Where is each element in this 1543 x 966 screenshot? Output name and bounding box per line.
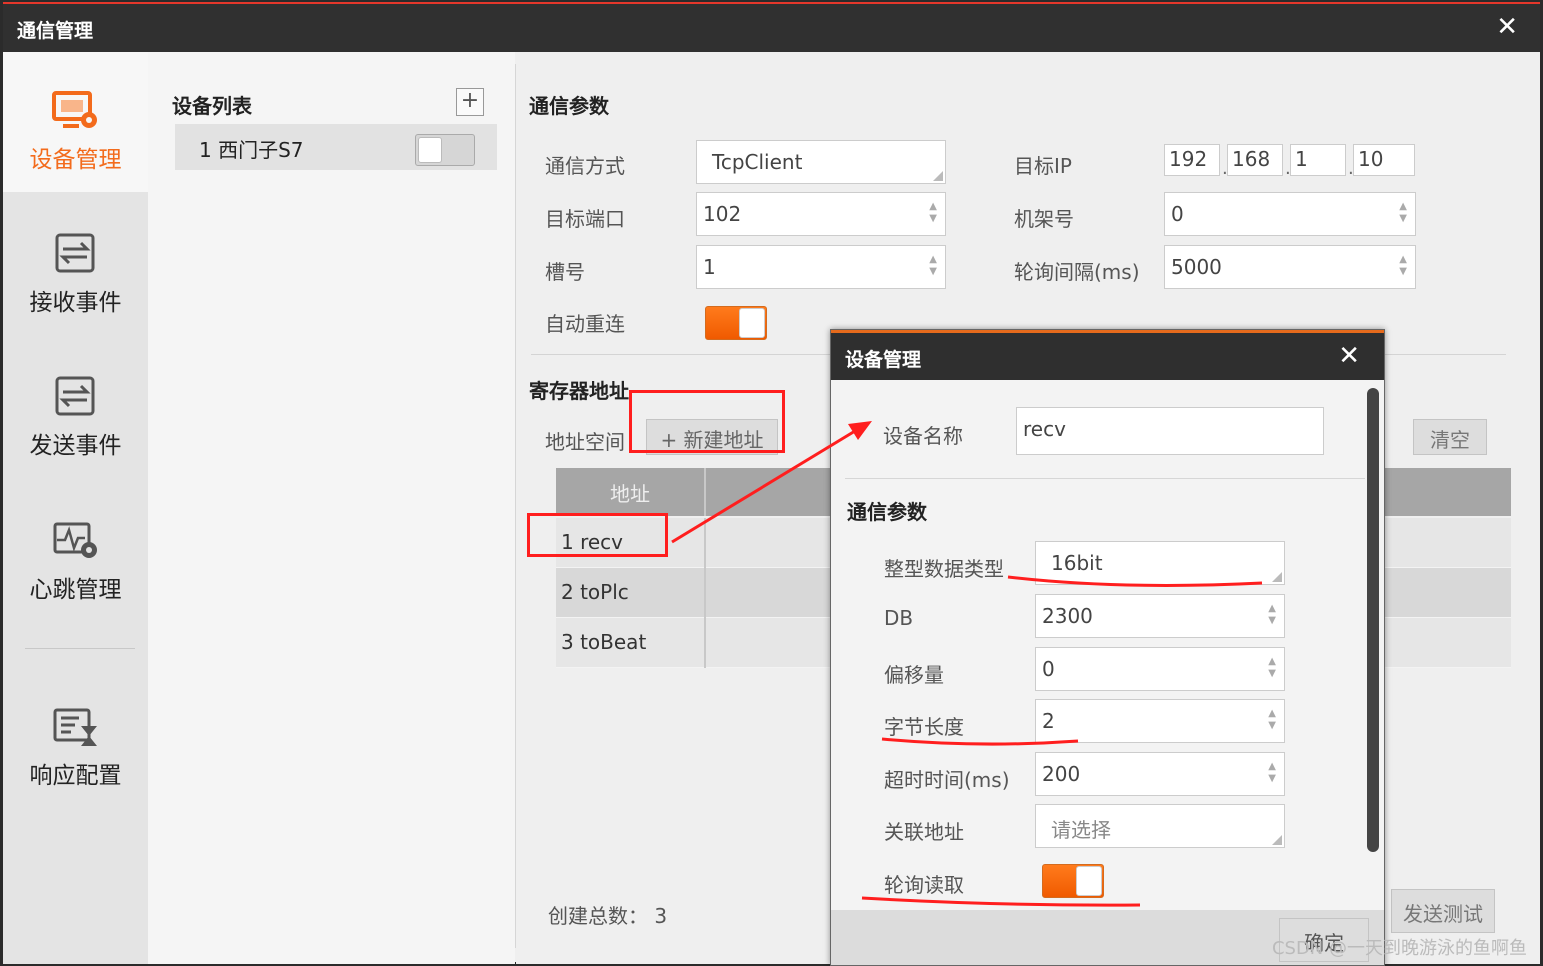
device-manager-dialog: 设备管理 ✕ 设备名称 recv 通信参数 整型数据类型 16bit DB 23… — [830, 329, 1385, 966]
send-test-button[interactable]: 发送测试 — [1391, 889, 1495, 933]
add-device-button[interactable]: + — [456, 88, 484, 116]
db-spinbox[interactable]: 2300 ▲ ▼ — [1035, 594, 1285, 638]
nav-label: 发送事件 — [29, 433, 122, 459]
register-address-title: 寄存器地址 — [529, 379, 629, 403]
linked-address-select[interactable]: 请选择 — [1035, 804, 1285, 848]
nav-receive-events[interactable]: 接收事件 — [3, 195, 148, 335]
device-list-panel: 设备列表 + 1 西门子S7 — [148, 52, 515, 964]
dialog-divider — [845, 478, 1365, 479]
column-header-address: 地址 — [556, 468, 706, 516]
byte-length-label: 字节长度 — [884, 715, 964, 739]
device-name-input[interactable]: recv — [1016, 407, 1324, 455]
device-item-label: 1 西门子S7 — [199, 138, 304, 162]
ip-octet-2[interactable]: 168 — [1227, 144, 1283, 176]
window-title: 通信管理 — [17, 20, 94, 42]
comm-params-title: 通信参数 — [529, 94, 609, 118]
clear-button[interactable]: 清空 — [1413, 419, 1487, 455]
offset-label: 偏移量 — [884, 663, 944, 687]
nav-send-events[interactable]: 发送事件 — [3, 338, 148, 478]
timeout-spinbox[interactable]: 200 ▲ ▼ — [1035, 752, 1285, 796]
int-type-label: 整型数据类型 — [884, 557, 1004, 581]
slot-spinbox[interactable]: 1 ▲ ▼ — [696, 245, 946, 289]
db-label: DB — [884, 606, 914, 630]
ip-octet-4[interactable]: 10 — [1353, 144, 1415, 176]
device-settings-icon — [51, 91, 97, 128]
timeout-label: 超时时间(ms) — [884, 768, 1010, 792]
nav-device-manager[interactable]: 设备管理 — [3, 52, 148, 192]
address-space-label: 地址空间 — [545, 430, 625, 454]
device-enable-toggle[interactable] — [415, 134, 475, 166]
device-list-title: 设备列表 — [172, 94, 252, 118]
rack-label: 机架号 — [1014, 207, 1074, 231]
poll-read-label: 轮询读取 — [884, 873, 964, 897]
slot-label: 槽号 — [545, 260, 585, 284]
dialog-section-title: 通信参数 — [847, 500, 927, 524]
send-icon — [55, 376, 94, 416]
offset-spinbox[interactable]: 0 ▲ ▼ — [1035, 647, 1285, 691]
auto-reconnect-toggle[interactable] — [705, 306, 767, 340]
nav-label: 响应配置 — [29, 763, 122, 789]
side-nav: 设备管理 接收事件 发送事件 心跳管理 响应配置 — [3, 52, 148, 964]
comm-method-select[interactable]: TcpClient — [696, 140, 946, 184]
int-type-select[interactable]: 16bit — [1035, 541, 1285, 585]
comm-method-label: 通信方式 — [545, 154, 625, 178]
nav-label: 心跳管理 — [29, 577, 122, 603]
dialog-scrollbar[interactable] — [1367, 388, 1379, 852]
table-cell: 2 toPlc — [556, 568, 706, 618]
nav-heartbeat[interactable]: 心跳管理 — [3, 482, 148, 622]
poll-interval-label: 轮询间隔(ms) — [1014, 260, 1140, 284]
heartbeat-icon — [53, 522, 97, 558]
response-config-icon — [53, 708, 97, 746]
total-count: 创建总数： 3 — [548, 904, 668, 928]
target-port-spinbox[interactable]: 102 ▲ ▼ — [696, 192, 946, 236]
watermark: CSDN @一天到晚游泳的鱼啊鱼 — [1271, 938, 1527, 959]
table-cell: 3 toBeat — [556, 618, 706, 668]
ip-octet-1[interactable]: 192 — [1164, 144, 1220, 176]
nav-divider — [25, 648, 135, 649]
target-ip-label: 目标IP — [1014, 154, 1072, 178]
dialog-close-icon[interactable]: ✕ — [1338, 341, 1360, 371]
dialog-titlebar: 设备管理 ✕ — [831, 330, 1384, 380]
poll-read-toggle[interactable] — [1042, 864, 1104, 898]
new-address-button[interactable]: + 新建地址 — [646, 419, 778, 455]
window-titlebar: 通信管理 ✕ — [3, 4, 1540, 52]
nav-response-config[interactable]: 响应配置 — [3, 668, 148, 808]
device-list-item[interactable]: 1 西门子S7 — [175, 124, 497, 170]
dialog-title: 设备管理 — [845, 349, 922, 371]
nav-label: 接收事件 — [29, 290, 122, 316]
linked-address-label: 关联地址 — [884, 820, 964, 844]
device-name-label: 设备名称 — [883, 424, 963, 448]
poll-interval-spinbox[interactable]: 5000 ▲ ▼ — [1164, 245, 1416, 289]
receive-icon — [55, 233, 94, 273]
rack-spinbox[interactable]: 0 ▲ ▼ — [1164, 192, 1416, 236]
ip-octet-3[interactable]: 1 — [1290, 144, 1346, 176]
table-cell: 1 recv — [556, 518, 706, 568]
nav-label: 设备管理 — [29, 147, 122, 173]
window-close-icon[interactable]: ✕ — [1496, 12, 1518, 42]
auto-reconnect-label: 自动重连 — [545, 312, 625, 336]
target-port-label: 目标端口 — [545, 207, 625, 231]
byte-length-spinbox[interactable]: 2 ▲ ▼ — [1035, 699, 1285, 743]
